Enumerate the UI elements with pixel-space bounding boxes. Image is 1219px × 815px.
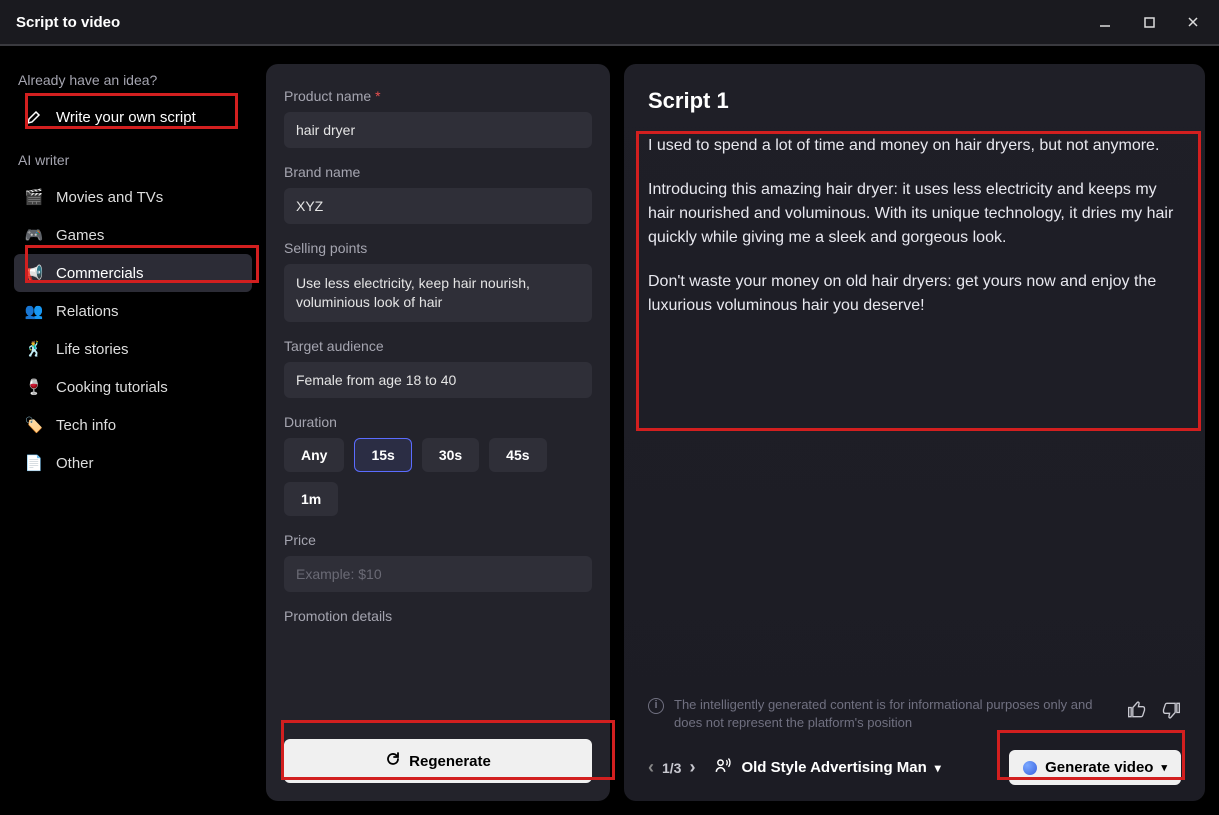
sidebar-item-label: Life stories [56,341,129,358]
brand-name-input[interactable] [284,188,592,224]
sidebar-item-label: Cooking tutorials [56,379,168,396]
chevron-down-icon: ▾ [1161,761,1167,774]
price-input[interactable] [284,556,592,592]
sidebar-item-movies-and-tvs[interactable]: 🎬 Movies and TVs [14,178,252,216]
generate-video-button[interactable]: Generate video ▾ [1009,750,1181,785]
sparkle-icon [1023,761,1037,775]
pager-next-button[interactable]: › [689,757,695,778]
price-label: Price [284,532,592,548]
voice-icon [713,756,733,780]
product-name-input[interactable] [284,112,592,148]
pager-text: 1/3 [662,760,681,776]
voice-selector[interactable]: Old Style Advertising Man ▾ [713,756,940,780]
sidebar-item-relations[interactable]: 👥 Relations [14,292,252,330]
regenerate-label: Regenerate [409,753,491,770]
refresh-icon [385,751,401,771]
selling-points-input[interactable]: Use less electricity, keep hair nourish,… [284,264,592,322]
form-panel: Product name * Brand name Selling points… [266,64,610,801]
duration-chip-1m[interactable]: 1m [284,482,338,516]
disclaimer-text: The intelligently generated content is f… [674,696,1111,732]
disclaimer-row: i The intelligently generated content is… [648,696,1181,732]
duration-chip-45s[interactable]: 45s [489,438,546,472]
script-heading: Script 1 [648,88,1181,114]
script-paragraph: I used to spend a lot of time and money … [648,134,1181,158]
window-title: Script to video [16,14,120,31]
info-icon: i [648,698,664,714]
sidebar-item-cooking-tutorials[interactable]: 🍷 Cooking tutorials [14,368,252,406]
sidebar-item-label: Commercials [56,265,144,282]
promotion-details-label: Promotion details [284,608,592,624]
ai-writer-label: AI writer [18,152,252,168]
category-icon: 🍷 [24,377,44,397]
maximize-button[interactable] [1139,12,1159,32]
sidebar-item-games[interactable]: 🎮 Games [14,216,252,254]
category-icon: 📢 [24,263,44,283]
script-footer: ‹ 1/3 › Old Style Advertising Man ▾ Gene… [648,750,1181,785]
thumbs-down-button[interactable] [1161,700,1181,720]
category-icon: 🎬 [24,187,44,207]
pencil-icon [24,107,44,127]
category-icon: 📄 [24,453,44,473]
voice-name: Old Style Advertising Man [741,759,926,776]
target-audience-input[interactable] [284,362,592,398]
duration-label: Duration [284,414,592,430]
duration-chip-any[interactable]: Any [284,438,344,472]
sidebar-item-life-stories[interactable]: 🕺 Life stories [14,330,252,368]
minimize-button[interactable] [1095,12,1115,32]
product-name-label: Product name * [284,88,592,104]
sidebar-item-label: Movies and TVs [56,189,163,206]
script-panel: Script 1 I used to spend a lot of time a… [624,64,1205,801]
script-paragraph: Don't waste your money on old hair dryer… [648,270,1181,318]
sidebar-item-other[interactable]: 📄 Other [14,444,252,482]
generate-video-label: Generate video [1045,759,1153,776]
chevron-down-icon: ▾ [935,761,941,775]
close-button[interactable] [1183,12,1203,32]
regenerate-button[interactable]: Regenerate [284,739,592,783]
sidebar-item-commercials[interactable]: 📢 Commercials [14,254,252,292]
duration-chip-15s[interactable]: 15s [354,438,411,472]
category-icon: 🏷️ [24,415,44,435]
pager-prev-button[interactable]: ‹ [648,757,654,778]
category-icon: 🎮 [24,225,44,245]
selling-points-label: Selling points [284,240,592,256]
category-icon: 🕺 [24,339,44,359]
window-controls [1095,12,1203,32]
write-own-script-label: Write your own script [56,109,196,126]
category-icon: 👥 [24,301,44,321]
sidebar-item-label: Tech info [56,417,116,434]
duration-chip-row: Any 15s 30s 45s 1m [284,438,592,516]
sidebar-item-label: Games [56,227,104,244]
sidebar-prompt-label: Already have an idea? [18,72,252,88]
thumbs-up-button[interactable] [1127,700,1147,720]
title-bar: Script to video [0,0,1219,46]
sidebar-item-tech-info[interactable]: 🏷️ Tech info [14,406,252,444]
script-paragraph: Introducing this amazing hair dryer: it … [648,178,1181,250]
sidebar-item-label: Relations [56,303,119,320]
script-pager: ‹ 1/3 › [648,757,695,778]
sidebar-item-label: Other [56,455,94,472]
brand-name-label: Brand name [284,164,592,180]
duration-chip-30s[interactable]: 30s [422,438,479,472]
sidebar: Already have an idea? Write your own scr… [14,64,252,801]
target-audience-label: Target audience [284,338,592,354]
write-own-script-button[interactable]: Write your own script [14,98,252,136]
script-body: I used to spend a lot of time and money … [648,134,1181,338]
